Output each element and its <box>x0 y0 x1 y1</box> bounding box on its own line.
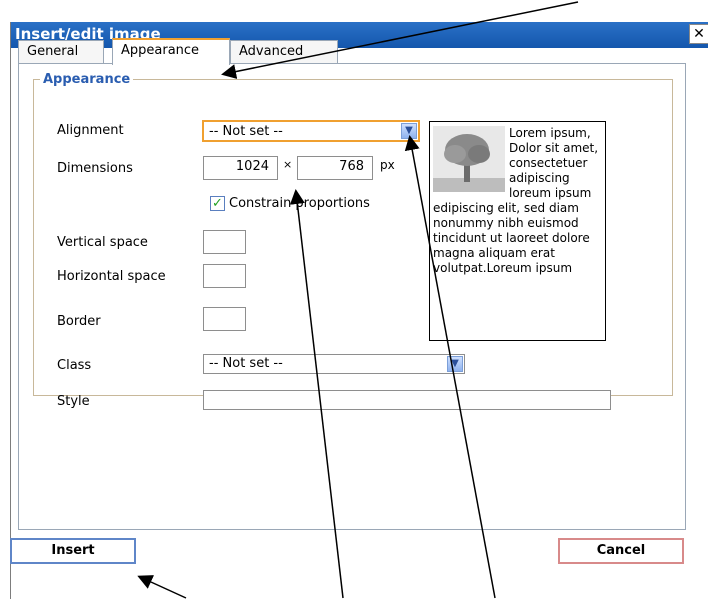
height-input[interactable]: 768 <box>297 156 373 180</box>
tab-appearance[interactable]: Appearance <box>112 38 230 65</box>
class-select[interactable]: -- Not set -- ▼ <box>203 354 465 374</box>
vertical-space-label: Vertical space <box>57 235 148 250</box>
class-label: Class <box>57 358 92 373</box>
chevron-down-icon[interactable]: ▼ <box>447 356 463 372</box>
tab-bar: General Appearance Advanced <box>18 38 686 65</box>
appearance-legend: Appearance <box>43 72 131 87</box>
close-icon[interactable]: ✕ <box>689 24 708 44</box>
border-label: Border <box>57 314 101 329</box>
cancel-button[interactable]: Cancel <box>558 538 684 564</box>
image-preview: Lorem ipsum, Dolor sit amet, consectetue… <box>429 121 606 341</box>
border-input[interactable] <box>203 307 246 331</box>
unit-label: px <box>380 158 395 172</box>
tab-general[interactable]: General <box>18 40 104 64</box>
vertical-space-input[interactable] <box>203 230 246 254</box>
horizontal-space-label: Horizontal space <box>57 269 166 284</box>
class-value: -- Not set -- <box>209 356 283 371</box>
tree-image <box>433 126 505 192</box>
alignment-value: -- Not set -- <box>209 124 283 139</box>
width-input[interactable]: 1024 <box>203 156 278 180</box>
appearance-panel: Appearance Alignment -- Not set -- ▼ Dim… <box>18 64 686 530</box>
constrain-label: Constrain proportions <box>229 196 370 211</box>
times-sign: × <box>283 158 293 171</box>
alignment-label: Alignment <box>57 123 124 138</box>
tab-advanced[interactable]: Advanced <box>230 40 338 64</box>
insert-button[interactable]: Insert <box>10 538 136 564</box>
horizontal-space-input[interactable] <box>203 264 246 288</box>
alignment-select[interactable]: -- Not set -- ▼ <box>202 120 420 142</box>
chevron-down-icon[interactable]: ▼ <box>401 123 417 139</box>
style-label: Style <box>57 394 90 409</box>
dimensions-label: Dimensions <box>57 161 133 176</box>
style-input[interactable] <box>203 390 611 410</box>
constrain-checkbox[interactable]: ✓ <box>210 196 225 211</box>
